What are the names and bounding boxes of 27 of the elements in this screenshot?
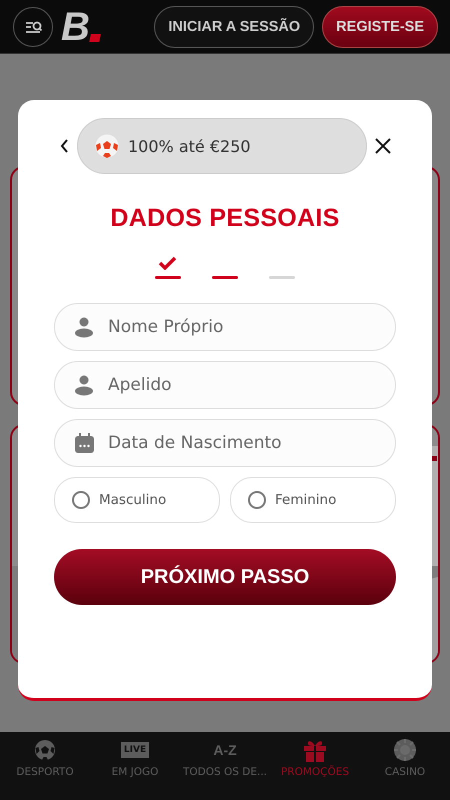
name-field[interactable]: Apelido [54, 361, 396, 409]
back-icon [58, 137, 70, 155]
person-icon [75, 317, 93, 338]
offer-text: 100% até €250 [128, 136, 251, 156]
next-step-button[interactable]: PRÓXIMO PASSO [54, 549, 396, 605]
name-field[interactable]: Nome Próprio [54, 303, 396, 351]
menu-search-button[interactable] [13, 6, 53, 46]
radio-option[interactable]: Masculino [54, 477, 220, 523]
soccer-ball-icon [94, 133, 120, 159]
radio-label: Feminino [275, 492, 336, 508]
person-icon [75, 375, 93, 396]
radio-option[interactable]: Feminino [230, 477, 396, 523]
calendar-icon [75, 433, 94, 453]
radio-circle[interactable] [72, 491, 90, 509]
radio-label: Masculino [99, 492, 166, 508]
live-badge: LIVE [120, 742, 150, 758]
section-title: DADOS PESSOAIS [109, 204, 341, 233]
close-icon [374, 137, 392, 155]
logo[interactable]: B [61, 6, 90, 46]
menu-search-icon [23, 18, 43, 34]
casino-chip-icon [393, 738, 417, 762]
az-label: A-Z [213, 742, 237, 758]
login-button[interactable]: INICIAR A SESSÃO [154, 6, 314, 48]
register-button[interactable]: REGISTE-SE [322, 6, 438, 48]
soccer-ball-icon [34, 739, 56, 761]
date-field[interactable]: Data de Nascimento [54, 419, 396, 467]
radio-circle[interactable] [248, 491, 266, 509]
